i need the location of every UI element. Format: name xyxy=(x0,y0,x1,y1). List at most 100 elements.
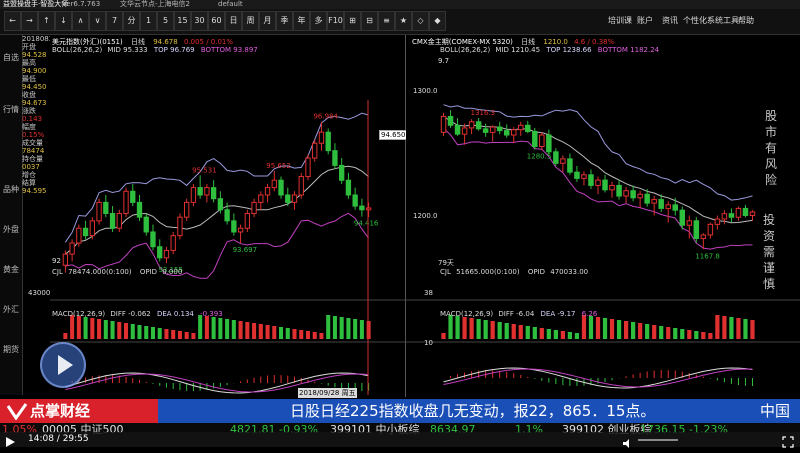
toolbar-menu-item-1[interactable]: 账户 xyxy=(637,12,653,30)
play-small-icon[interactable] xyxy=(4,433,16,445)
info-label-4: 涨跌 xyxy=(22,107,50,115)
toolbar-button-1[interactable]: → xyxy=(21,11,38,31)
toolbar-button-21[interactable]: ⊟ xyxy=(361,11,378,31)
volume-bar xyxy=(111,321,115,339)
toolbar-menu-item-3[interactable]: 个性化 xyxy=(683,12,707,30)
candle xyxy=(70,243,74,254)
volume-bar xyxy=(158,328,162,339)
volume-icon[interactable] xyxy=(622,434,634,445)
toolbar-menu-item-0[interactable]: 培训课 xyxy=(608,12,632,30)
toolbar-button-25[interactable]: ◆ xyxy=(429,11,446,31)
volume-bar xyxy=(252,323,256,339)
info-value-6: 78474 xyxy=(22,147,50,155)
candle xyxy=(131,191,135,202)
price-marker-4: 93.697 xyxy=(233,246,258,254)
right-chart-svg[interactable]: 1316.31280.51167.8 xyxy=(406,35,800,397)
candle xyxy=(490,127,494,132)
macd-label: MACD(12,26,9) xyxy=(52,310,105,318)
macd-bar xyxy=(738,378,739,385)
risk-char-b2: 需 xyxy=(760,244,778,260)
left-chart-panel[interactable]: 96.98495.53195.65293.15593.69794.416 xyxy=(50,35,406,397)
right-chart-panel[interactable]: 1316.31280.51167.8 xyxy=(406,35,800,397)
left-tab-3[interactable]: 外盘 xyxy=(2,225,20,234)
candle xyxy=(526,125,530,131)
volume-bar xyxy=(448,315,452,339)
right-header-price: 1210.0 xyxy=(543,38,568,46)
left-tab-1[interactable]: 行情 xyxy=(2,105,20,114)
toolbar-button-10[interactable]: 15 xyxy=(174,11,191,31)
right-period[interactable]: 日线 xyxy=(521,38,535,46)
macd-bar xyxy=(254,378,255,383)
toolbar-button-19[interactable]: F10 xyxy=(327,11,344,31)
rmacd-label: MACD(12,26,9) xyxy=(440,310,493,318)
macd-bar xyxy=(576,378,577,386)
candle xyxy=(333,151,337,166)
toolbar-button-8[interactable]: 1 xyxy=(140,11,157,31)
macd-bar xyxy=(527,377,528,378)
volume-bar xyxy=(299,330,303,339)
macd-bar xyxy=(562,378,563,385)
toolbar-button-7[interactable]: 分 xyxy=(123,11,140,31)
candle xyxy=(645,194,649,203)
right-bottom-small: 79天 xyxy=(438,258,454,268)
play-button[interactable] xyxy=(40,342,86,388)
toolbar-menu-item-4[interactable]: 系统工具 xyxy=(707,12,739,30)
toolbar-button-12[interactable]: 60 xyxy=(208,11,225,31)
volume-bar xyxy=(652,325,656,339)
left-tab-6[interactable]: 期货 xyxy=(2,345,20,354)
left-tab-2[interactable]: 品种 xyxy=(2,185,20,194)
toolbar-button-11[interactable]: 30 xyxy=(191,11,208,31)
toolbar-button-15[interactable]: 月 xyxy=(259,11,276,31)
candle xyxy=(205,188,209,195)
candle xyxy=(708,224,712,235)
toolbar-button-20[interactable]: ⊞ xyxy=(344,11,361,31)
toolbar-button-9[interactable]: 5 xyxy=(157,11,174,31)
toolbar-button-6[interactable]: 7 xyxy=(106,11,123,31)
candle xyxy=(185,202,189,217)
candle xyxy=(259,195,263,202)
fullscreen-icon[interactable] xyxy=(782,433,794,445)
volume-bar xyxy=(617,320,621,339)
toolbar-menu-item-2[interactable]: 资讯 xyxy=(662,12,678,30)
right-macd-axis: 10 xyxy=(424,339,433,347)
candle xyxy=(624,191,628,196)
toolbar-button-14[interactable]: 周 xyxy=(242,11,259,31)
toolbar-button-5[interactable]: ∨ xyxy=(89,11,106,31)
toolbar-button-2[interactable]: ↑ xyxy=(38,11,55,31)
toolbar-button-22[interactable]: ≡ xyxy=(378,11,395,31)
candle xyxy=(110,213,114,228)
macd-bar xyxy=(99,375,100,383)
opid-label: OPID xyxy=(140,268,157,276)
toolbar-button-16[interactable]: 季 xyxy=(276,11,293,31)
toolbar-button-17[interactable]: 年 xyxy=(293,11,310,31)
toolbar-button-13[interactable]: 日 xyxy=(225,11,242,31)
macd-bar xyxy=(633,374,634,378)
left-chart-svg[interactable]: 96.98495.53195.65293.15593.69794.416 xyxy=(50,35,405,397)
toolbar-button-0[interactable]: ← xyxy=(4,11,21,31)
left-period[interactable]: 日线 xyxy=(131,38,145,46)
candle xyxy=(441,116,445,132)
candle xyxy=(272,180,276,187)
macd-bar xyxy=(159,383,160,386)
opid-value: 0.000 xyxy=(162,268,182,276)
server-node[interactable]: 文华云节点-上海电信2 xyxy=(120,0,190,9)
toolbar-menu-item-5[interactable]: 帮助 xyxy=(738,12,754,30)
volume-bar xyxy=(185,332,189,339)
left-tab-5[interactable]: 外汇 xyxy=(2,305,20,314)
macd-bar xyxy=(710,378,711,379)
toolbar-button-23[interactable]: ★ xyxy=(395,11,412,31)
volume-slider[interactable] xyxy=(638,439,678,441)
toolbar-button-24[interactable]: ◇ xyxy=(412,11,429,31)
candle xyxy=(603,180,607,190)
left-tab-0[interactable]: 自选 xyxy=(2,53,20,62)
left-tab-4[interactable]: 黄金 xyxy=(2,265,20,274)
volume-bar xyxy=(666,327,670,339)
toolbar-button-4[interactable]: ∧ xyxy=(72,11,89,31)
volume-bar xyxy=(484,320,488,339)
toolbar-button-18[interactable]: 多 xyxy=(310,11,327,31)
macd-bar xyxy=(274,375,275,383)
candle xyxy=(63,254,67,265)
price-marker-5: 94.416 xyxy=(354,220,379,228)
candle xyxy=(568,159,572,172)
toolbar-button-3[interactable]: ↓ xyxy=(55,11,72,31)
